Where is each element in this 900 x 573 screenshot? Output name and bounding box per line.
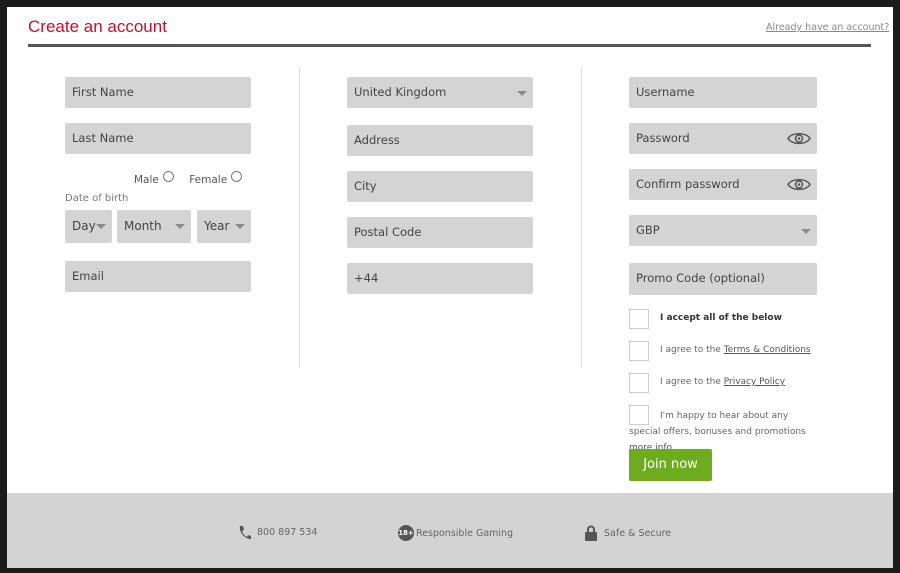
terms-checkbox[interactable]	[629, 341, 649, 361]
responsible-gaming-label: Responsible Gaming	[416, 527, 514, 539]
chevron-down-icon	[801, 229, 811, 234]
eye-icon[interactable]	[787, 177, 811, 192]
address-input[interactable]: Address	[347, 125, 533, 156]
female-radio[interactable]	[231, 171, 243, 182]
male-radio[interactable]	[162, 171, 174, 182]
column-divider	[299, 67, 300, 368]
email-input[interactable]: Email	[65, 261, 251, 292]
terms-link[interactable]: Terms & Conditions	[724, 345, 811, 355]
chevron-down-icon	[96, 224, 106, 229]
phone-info: 800 897 534	[238, 525, 317, 540]
year-value: Year	[204, 219, 230, 233]
confirm-password-input[interactable]: Confirm password	[629, 169, 817, 200]
male-label: Male	[134, 174, 159, 186]
city-input[interactable]: City	[347, 171, 533, 202]
accept-all-label: I accept all of the below	[660, 313, 782, 323]
offers-text: I'm happy to hear about any special offe…	[629, 411, 806, 437]
currency-value: GBP	[636, 223, 660, 237]
eye-icon[interactable]	[787, 131, 811, 146]
gender-radio-group: Male Female	[134, 171, 243, 186]
privacy-label: I agree to the Privacy Policy	[660, 377, 785, 387]
day-value: Day	[72, 219, 96, 233]
safe-secure: Safe & Secure	[585, 525, 671, 541]
month-select[interactable]: Month	[117, 210, 191, 243]
responsible-gaming[interactable]: 18+ Responsible Gaming	[398, 525, 513, 541]
privacy-prefix: I agree to the	[660, 377, 724, 387]
terms-label: I agree to the Terms & Conditions	[660, 345, 811, 355]
age-18-icon: 18+	[398, 525, 414, 541]
terms-prefix: I agree to the	[660, 345, 724, 355]
postal-code-input[interactable]: Postal Code	[347, 217, 533, 248]
password-input[interactable]: Password	[629, 123, 817, 154]
privacy-link[interactable]: Privacy Policy	[724, 377, 785, 387]
day-select[interactable]: Day	[65, 210, 112, 243]
phone-number: 800 897 534	[257, 527, 318, 538]
first-name-input[interactable]: First Name	[65, 77, 251, 108]
dob-label: Date of birth	[65, 193, 129, 204]
privacy-checkbox[interactable]	[629, 373, 649, 393]
currency-select[interactable]: GBP	[629, 215, 817, 246]
accept-all-checkbox[interactable]	[629, 309, 649, 329]
header-divider	[28, 44, 871, 47]
column-divider	[581, 67, 582, 368]
country-select[interactable]: United Kingdom	[347, 77, 533, 108]
already-have-account-link[interactable]: Already have an account?	[766, 22, 889, 33]
month-value: Month	[124, 219, 162, 233]
year-select[interactable]: Year	[197, 210, 251, 243]
confirm-password-placeholder: Confirm password	[636, 177, 740, 191]
chevron-down-icon	[175, 224, 185, 229]
female-label: Female	[189, 174, 228, 186]
lock-icon	[585, 525, 597, 541]
username-input[interactable]: Username	[629, 77, 817, 108]
page-title: Create an account	[28, 17, 167, 36]
password-placeholder: Password	[636, 131, 690, 145]
last-name-input[interactable]: Last Name	[65, 123, 251, 154]
chevron-down-icon	[517, 91, 527, 96]
join-now-button[interactable]: Join now	[629, 449, 712, 481]
phone-icon	[239, 526, 251, 539]
safe-secure-label: Safe & Secure	[604, 527, 672, 539]
country-value: United Kingdom	[354, 85, 447, 99]
promo-code-input[interactable]: Promo Code (optional)	[629, 263, 817, 295]
phone-input[interactable]: +44	[347, 263, 533, 294]
chevron-down-icon	[235, 224, 245, 229]
